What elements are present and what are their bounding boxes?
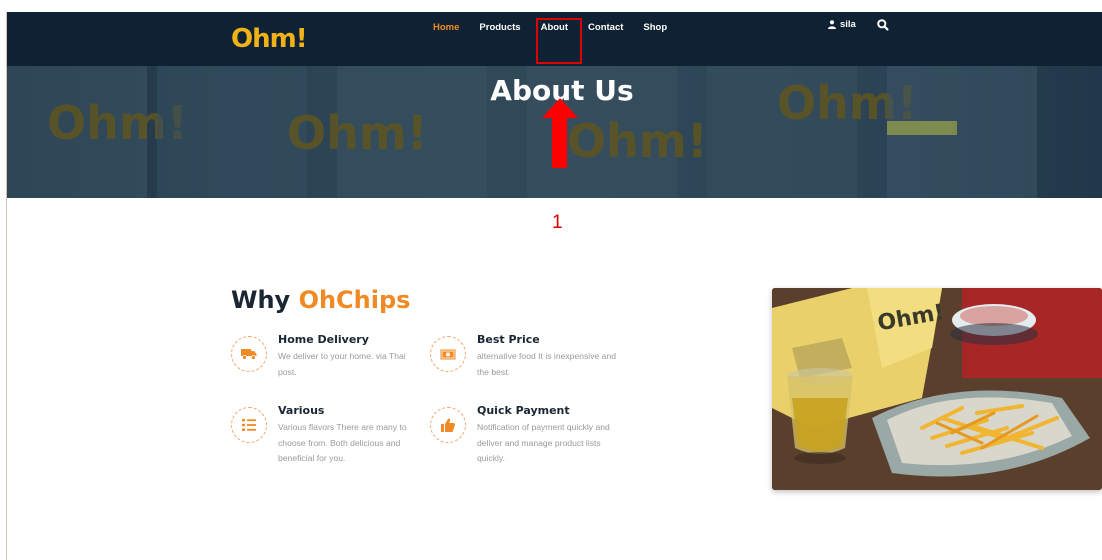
nav-shop[interactable]: Shop (643, 22, 667, 33)
feature-description: alternative food It is inexpensive and t… (477, 351, 617, 377)
feature-title: Quick Payment (477, 404, 570, 417)
nav-home[interactable]: Home (433, 22, 459, 33)
feature-title: Best Price (477, 333, 540, 346)
user-icon (828, 20, 836, 29)
user-name: sila (840, 19, 856, 30)
nav-contact[interactable]: Contact (588, 22, 623, 33)
thumbs-up-icon (430, 407, 466, 443)
section-title: Why OhChips (231, 286, 410, 314)
annotation-step-number: 1 (552, 212, 563, 233)
section-title-prefix: Why (231, 286, 291, 314)
product-photo-illustration: Ohm! (772, 288, 1102, 490)
background-bag-logo: Ohm! (567, 114, 708, 168)
feature-description: Various flavors There are many to choose… (278, 422, 407, 463)
feature-description: Notification of payment quickly and deli… (477, 422, 610, 463)
product-photo: Ohm! (772, 288, 1102, 490)
feature-title: Various (278, 404, 325, 417)
annotation-arrow-shaft (552, 116, 567, 168)
search-icon[interactable] (876, 18, 890, 32)
background-bag-logo: Ohm! (287, 106, 428, 160)
money-icon (430, 336, 466, 372)
section-title-accent: OhChips (298, 286, 411, 314)
annotation-arrow-head (542, 98, 578, 118)
nav-products[interactable]: Products (479, 22, 520, 33)
list-icon (231, 407, 267, 443)
truck-icon (231, 336, 267, 372)
site-logo[interactable]: Ohm! (231, 21, 308, 57)
user-menu[interactable]: sila (828, 19, 856, 30)
feature-description: We deliver to your home. via Thai post. (278, 351, 406, 377)
background-bag-stripe (887, 121, 957, 135)
logo-text: Ohm! (231, 24, 308, 54)
feature-title: Home Delivery (278, 333, 369, 346)
annotation-highlight-box (536, 18, 582, 64)
